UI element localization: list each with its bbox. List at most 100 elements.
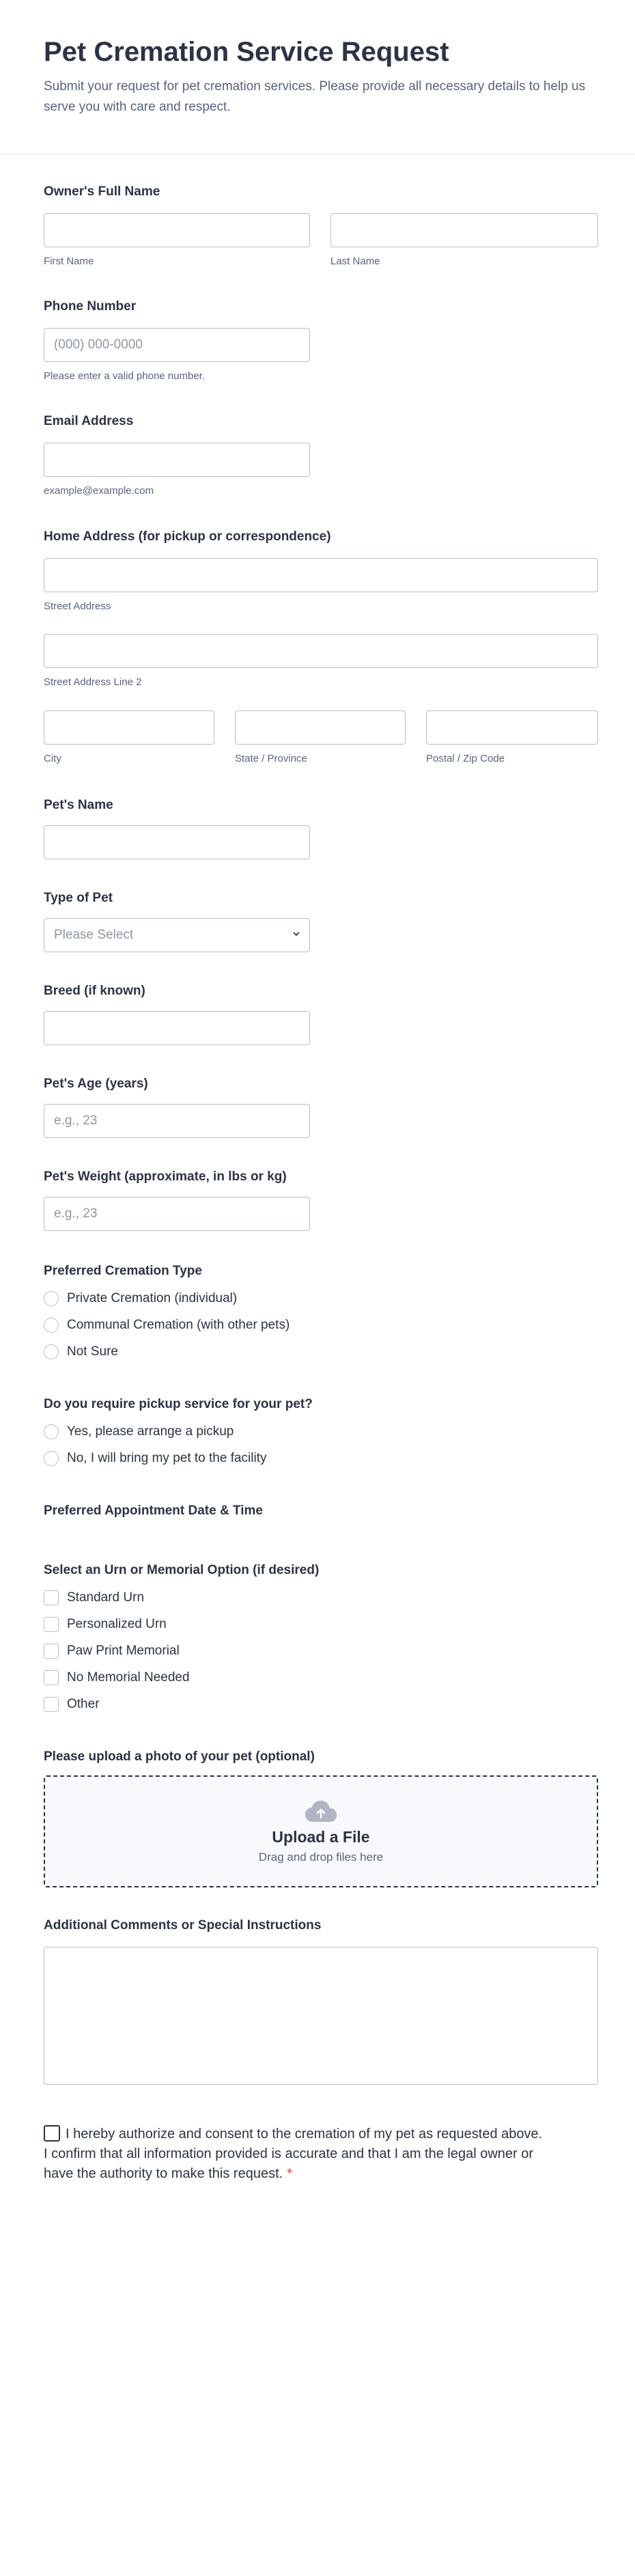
email-sublabel: example@example.com: [44, 485, 154, 497]
form-page: Pet Cremation Service Request Submit you…: [0, 0, 635, 2576]
zip-sublabel: Postal / Zip Code: [426, 753, 505, 764]
pet-age-label: Pet's Age (years): [44, 1077, 148, 1091]
consent-field: I hereby authorize and consent to the cr…: [44, 2124, 549, 2184]
phone-placeholder: (000) 000-0000: [54, 337, 143, 352]
address-field: Home Address (for pickup or corresponden…: [44, 529, 598, 768]
urn-option-other[interactable]: Other: [44, 1697, 100, 1712]
cremation-type-field: Preferred Cremation Type Private Cremati…: [44, 1264, 598, 1366]
city-sublabel: City: [44, 753, 61, 764]
form-description: Submit your request for pet cremation se…: [44, 79, 586, 114]
urn-option-paw-print[interactable]: Paw Print Memorial: [44, 1644, 180, 1659]
pet-type-selected: Please Select: [54, 928, 134, 942]
upload-field: Please upload a photo of your pet (optio…: [44, 1749, 598, 1893]
city-input[interactable]: [44, 710, 214, 745]
radio-button[interactable]: [44, 1451, 59, 1466]
phone-field: Phone Number (000) 000-0000 Please enter…: [44, 299, 598, 388]
pet-type-field: Type of Pet Please Select: [44, 891, 598, 959]
pet-name-field: Pet's Name: [44, 798, 598, 866]
cloud-upload-icon: [305, 1800, 337, 1822]
state-input[interactable]: [235, 710, 406, 745]
cremation-option-communal[interactable]: Communal Cremation (with other pets): [44, 1318, 290, 1333]
checkbox[interactable]: [44, 1670, 59, 1685]
breed-label: Breed (if known): [44, 984, 145, 998]
option-label: Yes, please arrange a pickup: [67, 1424, 234, 1439]
pickup-option-no[interactable]: No, I will bring my pet to the facility: [44, 1451, 267, 1466]
consent-checkbox[interactable]: [44, 2125, 60, 2142]
cremation-type-label: Preferred Cremation Type: [44, 1264, 202, 1278]
form-title: Pet Cremation Service Request: [44, 37, 449, 67]
email-input[interactable]: [44, 443, 310, 477]
pet-age-field: Pet's Age (years) e.g., 23: [44, 1077, 598, 1145]
email-field: Email Address example@example.com: [44, 414, 598, 503]
urn-field: Select an Urn or Memorial Option (if des…: [44, 1563, 598, 1723]
owner-name-label: Owner's Full Name: [44, 184, 160, 199]
radio-button[interactable]: [44, 1424, 59, 1439]
chevron-down-icon: [293, 932, 300, 937]
checkbox[interactable]: [44, 1590, 59, 1605]
zip-input[interactable]: [426, 710, 598, 745]
state-sublabel: State / Province: [235, 753, 307, 764]
pet-weight-input[interactable]: e.g., 23: [44, 1197, 310, 1231]
pet-name-input[interactable]: [44, 825, 310, 859]
urn-option-standard[interactable]: Standard Urn: [44, 1590, 144, 1605]
cremation-option-not-sure[interactable]: Not Sure: [44, 1344, 118, 1359]
option-label: Communal Cremation (with other pets): [67, 1318, 290, 1332]
street-input[interactable]: [44, 558, 598, 592]
street2-sublabel: Street Address Line 2: [44, 676, 142, 688]
comments-label: Additional Comments or Special Instructi…: [44, 1918, 322, 1933]
checkbox[interactable]: [44, 1617, 59, 1632]
upload-hint: Drag and drop files here: [258, 1850, 384, 1864]
radio-button[interactable]: [44, 1318, 59, 1333]
last-name-sublabel: Last Name: [330, 255, 380, 267]
pickup-field: Do you require pickup service for your p…: [44, 1397, 598, 1472]
radio-button[interactable]: [44, 1344, 59, 1359]
first-name-input[interactable]: [44, 213, 310, 247]
comments-textarea[interactable]: [44, 1947, 598, 2085]
pet-weight-field: Pet's Weight (approximate, in lbs or kg)…: [44, 1169, 598, 1238]
form-header: Pet Cremation Service Request Submit you…: [0, 0, 635, 154]
street2-input[interactable]: [44, 634, 598, 668]
checkbox[interactable]: [44, 1644, 59, 1659]
urn-option-none[interactable]: No Memorial Needed: [44, 1670, 190, 1685]
upload-title: Upload a File: [272, 1827, 370, 1846]
checkbox[interactable]: [44, 1697, 59, 1712]
owner-name-field: Owner's Full Name First Name Last Name: [44, 184, 598, 273]
option-label: Private Cremation (individual): [67, 1291, 238, 1305]
option-label: No, I will bring my pet to the facility: [67, 1451, 267, 1465]
urn-label: Select an Urn or Memorial Option (if des…: [44, 1563, 320, 1577]
upload-dropzone[interactable]: Upload a File Drag and drop files here: [44, 1775, 598, 1887]
required-asterisk: *: [287, 2166, 292, 2181]
pet-weight-label: Pet's Weight (approximate, in lbs or kg): [44, 1169, 287, 1184]
option-label: Other: [67, 1697, 100, 1711]
appointment-field: Preferred Appointment Date & Time: [44, 1504, 598, 1524]
pet-type-select[interactable]: Please Select: [44, 918, 310, 952]
last-name-input[interactable]: [330, 213, 598, 247]
option-label: Personalized Urn: [67, 1617, 167, 1631]
pickup-label: Do you require pickup service for your p…: [44, 1397, 313, 1411]
first-name-sublabel: First Name: [44, 255, 94, 267]
email-label: Email Address: [44, 414, 134, 428]
pet-age-input[interactable]: e.g., 23: [44, 1104, 310, 1138]
pet-weight-placeholder: e.g., 23: [54, 1206, 98, 1221]
phone-input[interactable]: (000) 000-0000: [44, 328, 310, 362]
phone-sublabel: Please enter a valid phone number.: [44, 370, 205, 382]
option-label: Standard Urn: [67, 1590, 145, 1605]
address-label: Home Address (for pickup or corresponden…: [44, 529, 331, 544]
option-label: Not Sure: [67, 1344, 118, 1359]
pet-type-label: Type of Pet: [44, 891, 113, 905]
upload-label: Please upload a photo of your pet (optio…: [44, 1749, 315, 1764]
pet-name-label: Pet's Name: [44, 798, 113, 812]
cremation-option-private[interactable]: Private Cremation (individual): [44, 1291, 237, 1306]
street-sublabel: Street Address: [44, 600, 111, 612]
option-label: No Memorial Needed: [67, 1670, 190, 1685]
urn-option-personalized[interactable]: Personalized Urn: [44, 1617, 167, 1632]
comments-field: Additional Comments or Special Instructi…: [44, 1918, 598, 2089]
pet-age-placeholder: e.g., 23: [54, 1113, 98, 1128]
radio-button[interactable]: [44, 1291, 59, 1306]
consent-text: I hereby authorize and consent to the cr…: [44, 2127, 543, 2181]
appointment-label: Preferred Appointment Date & Time: [44, 1504, 263, 1518]
breed-field: Breed (if known): [44, 984, 598, 1052]
option-label: Paw Print Memorial: [67, 1644, 180, 1658]
breed-input[interactable]: [44, 1011, 310, 1045]
pickup-option-yes[interactable]: Yes, please arrange a pickup: [44, 1424, 234, 1439]
